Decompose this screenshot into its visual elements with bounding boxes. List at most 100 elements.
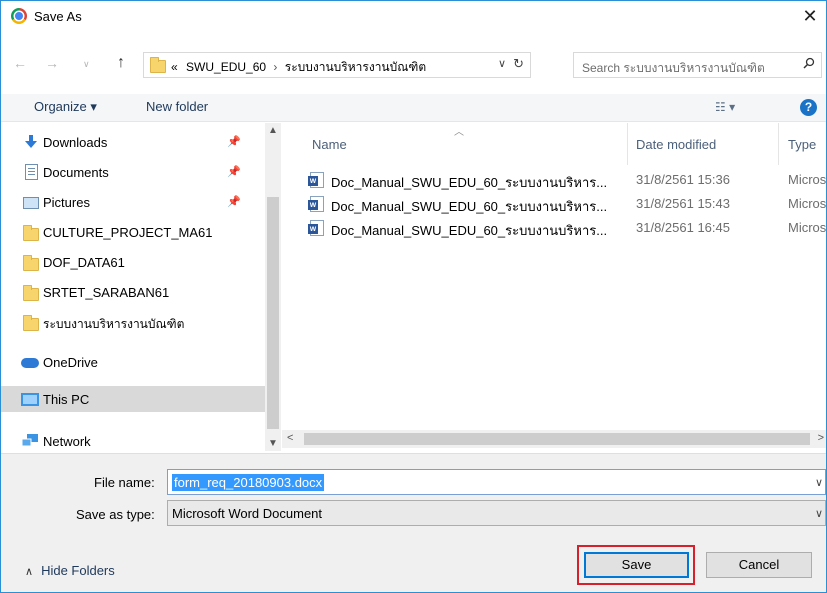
chevron-up-icon: ∧ [25, 566, 34, 578]
word-document-icon [308, 196, 324, 212]
breadcrumb-item-swu-edu-60[interactable]: SWU_EDU_60 [186, 60, 266, 74]
nav-label: ระบบงานบริหารงานบัณฑิต [43, 317, 185, 331]
scroll-down-icon[interactable]: ▼ [268, 438, 278, 449]
breadcrumb-separator: › [273, 60, 278, 74]
folder-icon [150, 57, 166, 73]
navigation-pane: Downloads 📌 Documents 📌 Pictures 📌 CULTU… [1, 123, 281, 451]
recent-locations-chevron-icon[interactable]: ∨ [83, 59, 90, 70]
cancel-button[interactable]: Cancel [706, 552, 812, 578]
column-divider[interactable] [627, 123, 628, 165]
nav-label: Pictures [43, 195, 90, 210]
up-arrow-icon[interactable]: ↑ [117, 54, 125, 72]
nav-scrollbar-thumb[interactable] [267, 197, 279, 429]
help-icon[interactable]: ? [800, 99, 817, 116]
chrome-icon [11, 8, 27, 24]
hide-folders-label: Hide Folders [41, 563, 115, 578]
new-folder-button[interactable]: New folder [146, 99, 208, 114]
title-bar: Save As ✕ [1, 1, 826, 31]
file-row[interactable]: Doc_Manual_SWU_EDU_60_ระบบงานบริหาร... 3… [308, 217, 827, 239]
nav-item-thai-folder[interactable]: ระบบงานบริหารงานบัณฑิต [1, 309, 265, 335]
refresh-icon[interactable]: ↻ [513, 56, 524, 72]
nav-label: OneDrive [43, 355, 98, 370]
command-toolbar: Organize ▾ New folder ☷ ▾ ? [1, 94, 826, 122]
sort-ascending-icon: ︿ [454, 127, 464, 138]
scroll-left-icon[interactable]: < [287, 432, 293, 444]
file-date: 31/8/2561 15:36 [636, 172, 730, 187]
nav-item-downloads[interactable]: Downloads 📌 [1, 129, 265, 155]
nav-item-documents[interactable]: Documents 📌 [1, 159, 265, 185]
close-icon[interactable]: ✕ [798, 5, 822, 27]
breadcrumb: « SWU_EDU_60 › ระบบงานบริหารงานบัณฑิต [171, 58, 426, 77]
file-name-value[interactable]: form_req_20180903.docx [172, 474, 325, 491]
search-icon [803, 57, 815, 69]
nav-label: SRTET_SARABAN61 [43, 285, 170, 300]
horizontal-scrollbar-thumb[interactable] [304, 433, 810, 445]
file-type: Micros [788, 172, 827, 187]
documents-icon [25, 164, 38, 180]
pictures-icon [23, 197, 39, 209]
nav-label: Documents [43, 165, 109, 180]
nav-item-dof-data[interactable]: DOF_DATA61 [1, 249, 265, 275]
nav-label: DOF_DATA61 [43, 255, 125, 270]
file-name: Doc_Manual_SWU_EDU_60_ระบบงานบริหาร... [331, 199, 608, 214]
nav-item-srtet-saraban[interactable]: SRTET_SARABAN61 [1, 279, 265, 305]
nav-item-network[interactable]: Network [1, 428, 265, 454]
pin-icon[interactable]: 📌 [227, 165, 241, 178]
nav-label: Network [43, 434, 91, 449]
file-row[interactable]: Doc_Manual_SWU_EDU_60_ระบบงานบริหาร... 3… [308, 193, 827, 215]
save-button[interactable]: Save [584, 552, 689, 578]
folder-icon [23, 255, 39, 271]
download-icon [25, 135, 37, 148]
nav-item-culture-project[interactable]: CULTURE_PROJECT_MA61 [1, 219, 265, 245]
nav-scrollbar[interactable]: ▲ ▼ [265, 123, 281, 451]
file-name: Doc_Manual_SWU_EDU_60_ระบบงานบริหาร... [331, 223, 608, 238]
folder-icon [23, 315, 39, 331]
search-placeholder: Search ระบบงานบริหารงานบัณฑิต [582, 61, 765, 75]
column-header-type[interactable]: Type [788, 137, 816, 173]
pin-icon[interactable]: 📌 [227, 195, 241, 208]
hide-folders-button[interactable]: ∧ Hide Folders [25, 563, 115, 578]
file-date: 31/8/2561 15:43 [636, 196, 730, 211]
horizontal-scrollbar[interactable]: < > [282, 430, 826, 448]
onedrive-icon [21, 358, 39, 368]
column-divider[interactable] [778, 123, 779, 165]
save-as-type-select[interactable]: Microsoft Word Document ∨ [167, 500, 826, 526]
search-input[interactable]: Search ระบบงานบริหารงานบัณฑิต [573, 52, 822, 78]
word-document-icon [308, 220, 324, 236]
address-row: ← → ∨ ↑ « SWU_EDU_60 › ระบบงานบริหารงานบ… [1, 51, 826, 79]
pin-icon[interactable]: 📌 [227, 135, 241, 148]
file-type: Micros [788, 196, 827, 211]
network-icon [21, 434, 38, 447]
save-as-type-value: Microsoft Word Document [172, 506, 323, 521]
save-as-dialog: Save As ✕ ← → ∨ ↑ « SWU_EDU_60 › ระบบงาน… [0, 0, 827, 593]
column-header-name[interactable]: Name [312, 137, 347, 173]
back-arrow-icon[interactable]: ← [13, 55, 27, 71]
breadcrumb-item-current[interactable]: ระบบงานบริหารงานบัณฑิต [285, 60, 426, 74]
scroll-up-icon[interactable]: ▲ [268, 125, 278, 136]
folder-icon [23, 225, 39, 241]
address-dropdown-icon[interactable]: ∨ [498, 57, 506, 70]
save-form: File name: form_req_20180903.docx ∨ Save… [1, 453, 826, 592]
this-pc-icon [21, 393, 39, 406]
organize-button[interactable]: Organize ▾ [34, 99, 97, 115]
forward-arrow-icon[interactable]: → [45, 55, 59, 71]
scroll-right-icon[interactable]: > [818, 432, 824, 444]
nav-label: CULTURE_PROJECT_MA61 [43, 225, 213, 240]
file-name-field[interactable]: form_req_20180903.docx ∨ [167, 469, 826, 495]
change-view-icon[interactable]: ☷ ▾ [715, 100, 735, 114]
nav-item-pictures[interactable]: Pictures 📌 [1, 189, 265, 215]
folder-icon [23, 285, 39, 301]
file-name-dropdown-icon[interactable]: ∨ [815, 476, 823, 489]
file-list: ︿ Name Date modified Type Doc_Manual_SWU… [282, 123, 826, 451]
word-document-icon [308, 172, 324, 188]
breadcrumb-overflow[interactable]: « [171, 60, 178, 74]
file-name: Doc_Manual_SWU_EDU_60_ระบบงานบริหาร... [331, 175, 608, 190]
dialog-title: Save As [34, 9, 82, 24]
file-row[interactable]: Doc_Manual_SWU_EDU_60_ระบบงานบริหาร... 3… [308, 169, 827, 191]
column-header-date-modified[interactable]: Date modified [636, 137, 716, 173]
nav-item-this-pc[interactable]: This PC [1, 386, 265, 412]
save-as-type-dropdown-icon[interactable]: ∨ [815, 507, 823, 520]
file-type: Micros [788, 220, 827, 235]
address-bar[interactable]: « SWU_EDU_60 › ระบบงานบริหารงานบัณฑิต ∨ … [143, 52, 531, 78]
nav-item-onedrive[interactable]: OneDrive [1, 349, 265, 375]
